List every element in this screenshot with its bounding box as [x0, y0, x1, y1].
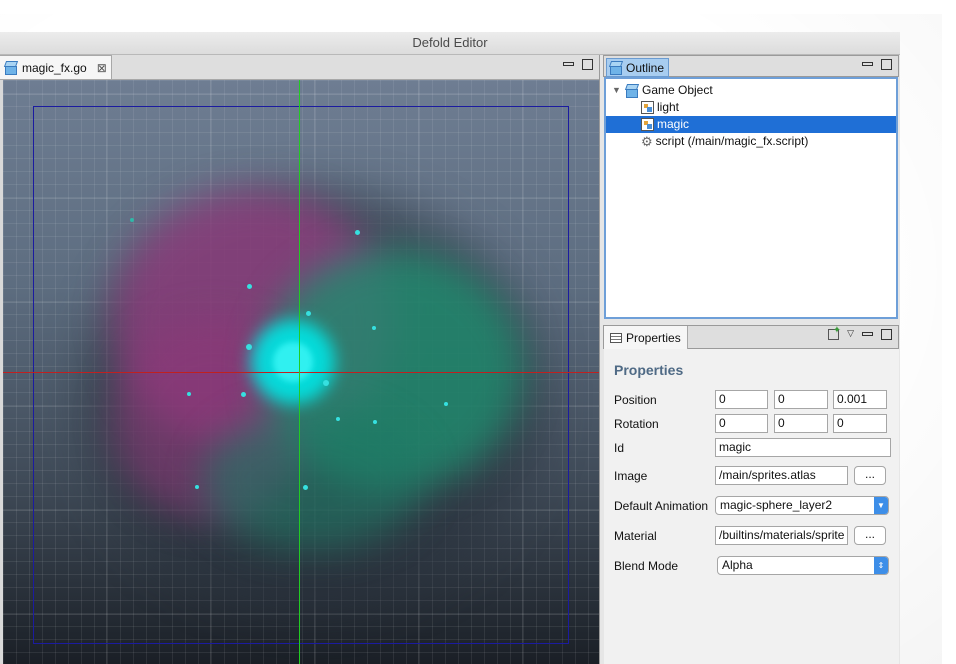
- tab-outline[interactable]: Outline: [606, 58, 670, 77]
- pin-icon[interactable]: ✦: [828, 326, 841, 340]
- minimize-icon[interactable]: [862, 332, 873, 336]
- properties-panel: Properties Position 0 0 0.001 Rotation 0…: [604, 349, 899, 664]
- position-y-field[interactable]: 0: [774, 390, 828, 409]
- tab-magic-fx[interactable]: magic_fx.go ⊠: [0, 55, 112, 79]
- game-object-icon: [624, 83, 640, 98]
- default-animation-value: magic-sphere_layer2: [720, 498, 833, 512]
- close-tab-icon[interactable]: ⊠: [97, 61, 107, 75]
- default-animation-label: Default Animation: [614, 499, 709, 513]
- outline-tab-label: Outline: [626, 60, 665, 75]
- sprite-component-icon: [641, 118, 654, 131]
- position-z-field[interactable]: 0.001: [833, 390, 887, 409]
- outline-header: Outline: [603, 55, 899, 77]
- gear-icon: ⚙: [641, 134, 653, 149]
- default-animation-select[interactable]: magic-sphere_layer2 ▼: [715, 496, 889, 515]
- outline-tree: ▼ Game Object light magic ⚙ script (/mai…: [604, 77, 898, 319]
- position-x-field[interactable]: 0: [715, 390, 768, 409]
- tree-item-light[interactable]: light: [641, 99, 679, 116]
- image-field[interactable]: /main/sprites.atlas: [715, 466, 848, 485]
- properties-header: Properties ✦ ▽: [603, 325, 899, 349]
- window-title: Defold Editor: [412, 35, 488, 50]
- view-frame: [33, 106, 569, 644]
- blend-mode-value: Alpha: [722, 558, 753, 572]
- view-menu-icon[interactable]: ▽: [847, 329, 854, 338]
- scene-viewport[interactable]: [3, 80, 599, 664]
- id-label: Id: [614, 441, 625, 455]
- properties-list-icon: [610, 332, 622, 343]
- id-field[interactable]: magic: [715, 438, 891, 457]
- blend-mode-select[interactable]: Alpha ⇕: [717, 556, 889, 575]
- properties-tab-label: Properties: [626, 330, 681, 345]
- chevron-updown-icon: ⇕: [874, 557, 888, 574]
- tab-properties[interactable]: Properties: [604, 326, 688, 349]
- tree-item-label: Game Object: [642, 83, 713, 97]
- editor-tabbar: magic_fx.go ⊠: [0, 55, 599, 80]
- properties-title: Properties: [614, 362, 684, 378]
- tree-item-game-object[interactable]: ▼ Game Object: [612, 82, 713, 99]
- minimize-icon[interactable]: [862, 62, 873, 66]
- material-browse-button[interactable]: ...: [854, 526, 886, 545]
- maximize-icon[interactable]: [881, 329, 892, 340]
- game-object-icon: [3, 60, 19, 75]
- chevron-down-icon: ▼: [874, 497, 888, 514]
- rotation-y-field[interactable]: 0: [774, 414, 828, 433]
- maximize-icon[interactable]: [582, 59, 593, 70]
- maximize-icon[interactable]: [881, 59, 892, 70]
- scene-editor-pane: magic_fx.go ⊠: [0, 55, 600, 664]
- rotation-x-field[interactable]: 0: [715, 414, 768, 433]
- game-object-icon: [608, 60, 624, 75]
- rotation-z-field[interactable]: 0: [833, 414, 887, 433]
- x-axis-line: [3, 372, 599, 373]
- tree-item-label: script (/main/magic_fx.script): [655, 134, 809, 148]
- tab-label: magic_fx.go: [22, 60, 87, 75]
- right-pane: Outline ▼ Game Object light magic ⚙ scri…: [603, 55, 900, 664]
- tree-item-magic[interactable]: magic: [606, 116, 896, 133]
- material-label: Material: [614, 529, 657, 543]
- minimize-icon[interactable]: [563, 62, 574, 66]
- position-label: Position: [614, 393, 657, 407]
- rotation-label: Rotation: [614, 417, 659, 431]
- y-axis-line: [299, 80, 300, 664]
- tree-item-script[interactable]: ⚙ script (/main/magic_fx.script): [641, 133, 808, 150]
- titlebar: Defold Editor: [0, 32, 900, 55]
- tree-item-label: light: [657, 100, 680, 114]
- expand-triangle-icon[interactable]: ▼: [612, 82, 622, 99]
- tree-item-label: magic: [657, 117, 690, 131]
- blend-mode-label: Blend Mode: [614, 559, 679, 573]
- image-label: Image: [614, 469, 648, 483]
- sprite-component-icon: [641, 101, 654, 114]
- image-browse-button[interactable]: ...: [854, 466, 886, 485]
- material-field[interactable]: /builtins/materials/sprite: [715, 526, 848, 545]
